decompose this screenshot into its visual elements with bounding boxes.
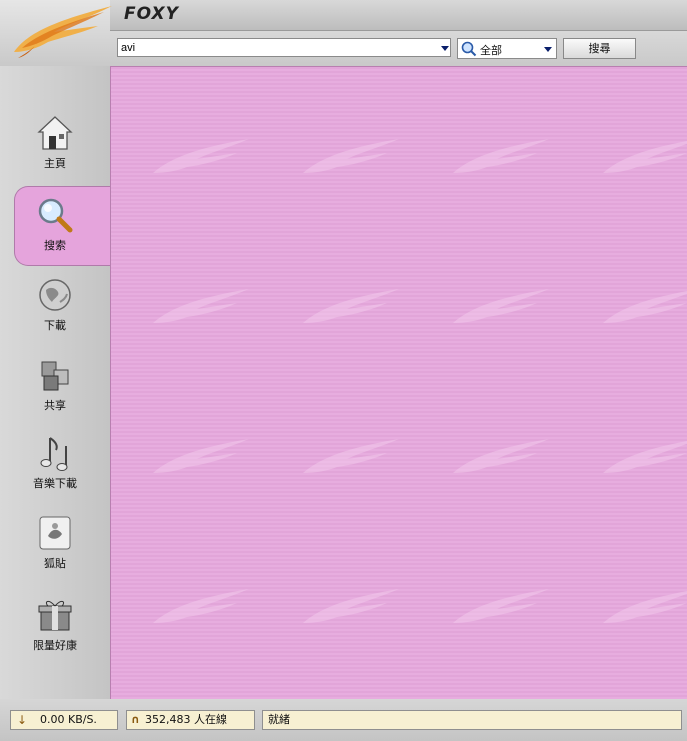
sidebar-item-label: 狐貼 [44,557,66,570]
fox-watermark-icon [153,589,249,623]
speed-panel: ↓ 0.00 KB/S. [10,710,118,730]
sidebar-item-download[interactable]: 下載 [0,276,110,354]
search-icon [461,41,477,57]
globe-icon [39,279,71,311]
fox-watermark-icon [303,589,399,623]
fox-watermark-icon [153,139,249,173]
sidebar-item-notes[interactable]: 狐貼 [0,514,110,592]
sidebar-item-deals[interactable]: 限量好康 [0,596,110,674]
chevron-down-icon [544,47,552,52]
note-icon [39,516,71,550]
fox-watermark-icon [603,441,687,473]
status-text: 就緒 [268,713,290,726]
users-icon: ∩ [131,713,140,726]
fox-logo-icon [14,6,112,58]
fox-watermark-icon [303,439,399,473]
header-bar [110,0,687,31]
sidebar: 主頁 搜索 下載 共享 音樂下載 狐貼 限量好康 [0,66,115,699]
online-count: 352,483 人在線 [145,713,227,726]
fox-watermark-icon [303,139,399,173]
fox-watermark-icon [303,289,399,323]
search-scope-label: 全部 [480,44,502,57]
sidebar-item-music[interactable]: 音樂下載 [0,434,110,512]
sidebar-item-home[interactable]: 主頁 [0,114,110,192]
cubes-icon [41,361,69,391]
fox-watermark-icon [453,589,549,623]
fox-watermark-icon [453,289,549,323]
home-icon [37,116,73,150]
search-results-area [110,66,687,699]
fox-watermark-icon [603,591,687,623]
state-panel: 就緒 [262,710,682,730]
sidebar-item-label: 共享 [44,399,66,412]
sidebar-item-search[interactable]: 搜索 [0,196,110,274]
download-speed: 0.00 KB/S. [40,713,97,726]
sidebar-item-share[interactable]: 共享 [0,356,110,434]
fox-watermark-icon [453,139,549,173]
sidebar-item-label: 音樂下載 [33,477,77,490]
search-scope-select[interactable]: 全部 [457,38,557,59]
fox-watermark-icon [603,291,687,323]
sidebar-item-label: 主頁 [44,157,66,170]
music-notes-icon [40,437,68,471]
fox-watermark-icon [453,439,549,473]
sidebar-item-label: 下載 [44,319,66,332]
magnifier-icon [38,198,73,233]
fox-watermark-icon [153,439,249,473]
fox-watermark-icon [153,289,249,323]
download-arrow-icon: ↓ [17,713,28,727]
online-panel: ∩ 352,483 人在線 [126,710,255,730]
sidebar-item-label: 搜索 [44,239,66,252]
brand-name: FOXY [124,4,179,24]
fox-watermark-icon [603,141,687,173]
header: FOXY 全部 搜尋 [0,0,687,66]
sidebar-item-label: 限量好康 [33,639,77,652]
search-input[interactable] [117,38,451,57]
query-dropdown-arrow-icon[interactable] [441,46,449,51]
search-button[interactable]: 搜尋 [563,38,636,59]
gift-icon [38,600,72,631]
status-bar: ↓ 0.00 KB/S. ∩ 352,483 人在線 就緒 [0,699,687,741]
